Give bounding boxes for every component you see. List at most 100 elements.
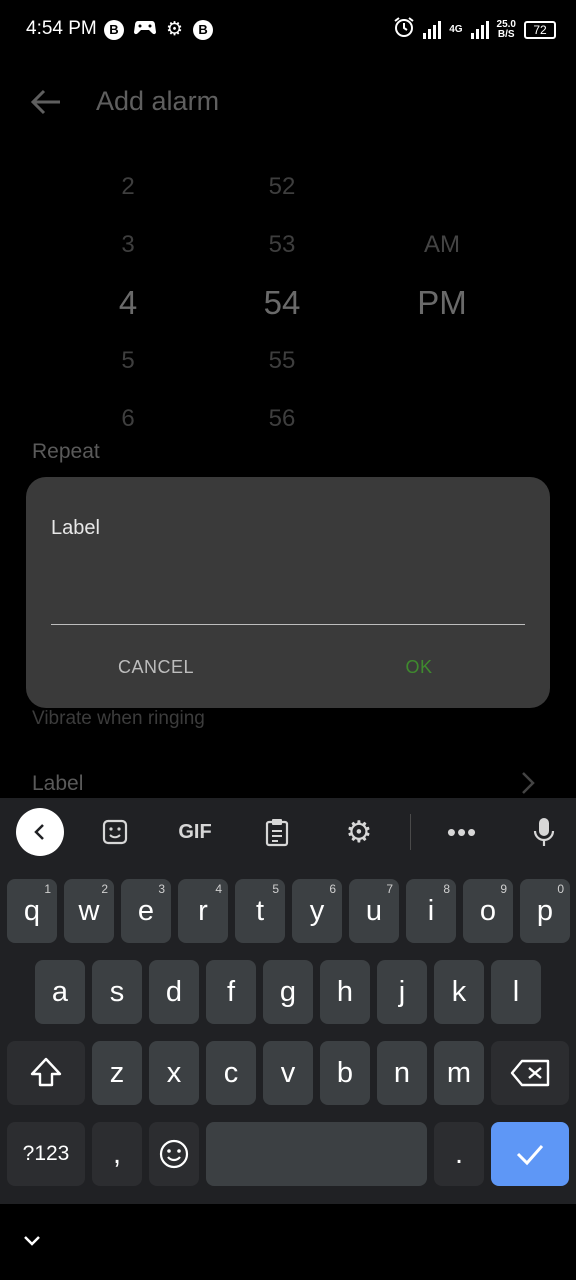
keyboard: GIF ⚙ ••• q1 w2 e3 r4 t5 y6 u7 i8 o9 p0 …	[0, 798, 576, 1204]
label-input[interactable]	[51, 577, 525, 625]
shift-key[interactable]	[7, 1041, 85, 1105]
gear-icon: ⚙	[166, 18, 184, 40]
ampm-picker[interactable]: AM PM	[382, 216, 502, 332]
back-arrow-icon[interactable]	[26, 82, 66, 122]
key-h[interactable]: h	[320, 960, 370, 1024]
emoji-key[interactable]	[149, 1122, 199, 1186]
gif-icon[interactable]: GIF	[172, 814, 218, 850]
key-label: o	[479, 894, 497, 927]
key-hint: 2	[101, 882, 108, 896]
key-t[interactable]: t5	[235, 879, 285, 943]
key-u[interactable]: u7	[349, 879, 399, 943]
checkmark-icon	[516, 1145, 544, 1166]
key-hint: 0	[557, 882, 564, 896]
label-dialog: Label CANCEL OK	[26, 477, 550, 708]
enter-key[interactable]	[491, 1122, 569, 1186]
key-hint: 6	[329, 882, 336, 896]
status-bar: 4:54 PM B ⚙ B 4G 25.0 B/S 72	[0, 0, 576, 58]
backspace-icon	[510, 1059, 550, 1087]
key-q[interactable]: q1	[7, 879, 57, 943]
key-r[interactable]: r4	[178, 879, 228, 943]
gear-icon[interactable]: ⚙	[342, 814, 376, 850]
mic-icon[interactable]	[530, 814, 558, 850]
comma-key[interactable]: ,	[92, 1122, 142, 1186]
key-hint: 4	[215, 882, 222, 896]
key-label: w	[78, 894, 100, 927]
symbols-key[interactable]: ?123	[7, 1122, 85, 1186]
am-option[interactable]: AM	[382, 216, 502, 274]
key-v[interactable]: v	[263, 1041, 313, 1105]
vibrate-label[interactable]: Vibrate when ringing	[32, 708, 205, 730]
repeat-label[interactable]: Repeat	[32, 440, 100, 464]
minute-option[interactable]: 52	[222, 158, 342, 216]
4g-signal-icon: 4G	[449, 24, 462, 35]
net-speed-unit: B/S	[497, 28, 515, 40]
key-i[interactable]: i8	[406, 879, 456, 943]
ok-button[interactable]: OK	[309, 645, 529, 689]
key-a[interactable]: a	[35, 960, 85, 1024]
label-row[interactable]: Label	[32, 772, 83, 796]
hour-option[interactable]: 5	[68, 332, 188, 390]
minute-option[interactable]: 53	[222, 216, 342, 274]
more-icon[interactable]: •••	[444, 814, 480, 850]
key-hint: 8	[443, 882, 450, 896]
alarm-icon	[393, 16, 415, 43]
hour-picker[interactable]: 2 3 4 5 6	[68, 158, 188, 448]
key-m[interactable]: m	[434, 1041, 484, 1105]
status-time: 4:54 PM	[26, 18, 97, 39]
signal-icon-2	[470, 20, 489, 39]
key-hint: 9	[500, 882, 507, 896]
key-label: p	[536, 894, 554, 927]
chevron-left-icon[interactable]	[16, 808, 64, 856]
key-label: e	[137, 894, 155, 927]
key-j[interactable]: j	[377, 960, 427, 1024]
minute-selected[interactable]: 54	[222, 274, 342, 332]
key-hint: 3	[158, 882, 165, 896]
minute-picker[interactable]: 52 53 54 55 56	[222, 158, 342, 448]
shift-icon	[30, 1057, 62, 1087]
key-b[interactable]: b	[320, 1041, 370, 1105]
game-controller-icon	[134, 18, 156, 41]
key-z[interactable]: z	[92, 1041, 142, 1105]
key-p[interactable]: p0	[520, 879, 570, 943]
key-y[interactable]: y6	[292, 879, 342, 943]
key-g[interactable]: g	[263, 960, 313, 1024]
space-key[interactable]	[206, 1122, 427, 1186]
backspace-key[interactable]	[491, 1041, 569, 1105]
key-e[interactable]: e3	[121, 879, 171, 943]
key-x[interactable]: x	[149, 1041, 199, 1105]
key-n[interactable]: n	[377, 1041, 427, 1105]
b-circle-icon: B	[104, 19, 124, 40]
hour-option[interactable]: 3	[68, 216, 188, 274]
key-label: q	[23, 894, 41, 927]
clipboard-icon[interactable]	[262, 814, 292, 850]
key-label: i	[427, 894, 435, 927]
keyboard-toolbar: GIF ⚙ •••	[0, 798, 576, 868]
key-f[interactable]: f	[206, 960, 256, 1024]
hour-option[interactable]: 2	[68, 158, 188, 216]
key-o[interactable]: o9	[463, 879, 513, 943]
minute-option[interactable]: 56	[222, 390, 342, 448]
period-key[interactable]: .	[434, 1122, 484, 1186]
hour-selected[interactable]: 4	[68, 274, 188, 332]
signal-icon	[423, 20, 442, 39]
cancel-button[interactable]: CANCEL	[46, 645, 266, 689]
key-l[interactable]: l	[491, 960, 541, 1024]
net-speed-value: 25.0	[496, 18, 516, 30]
minute-option[interactable]: 55	[222, 332, 342, 390]
notification-icons: B ⚙ B	[104, 18, 214, 41]
page-title: Add alarm	[96, 86, 220, 116]
key-c[interactable]: c	[206, 1041, 256, 1105]
key-hint: 1	[44, 882, 51, 896]
b-circle-icon: B	[193, 19, 214, 40]
pm-selected[interactable]: PM	[382, 274, 502, 332]
key-w[interactable]: w2	[64, 879, 114, 943]
key-s[interactable]: s	[92, 960, 142, 1024]
key-label: t	[255, 894, 265, 927]
chevron-down-icon[interactable]	[20, 1228, 44, 1252]
key-k[interactable]: k	[434, 960, 484, 1024]
sticker-icon[interactable]	[98, 814, 132, 850]
emoji-icon	[159, 1139, 189, 1169]
toolbar-divider	[410, 814, 411, 850]
key-d[interactable]: d	[149, 960, 199, 1024]
